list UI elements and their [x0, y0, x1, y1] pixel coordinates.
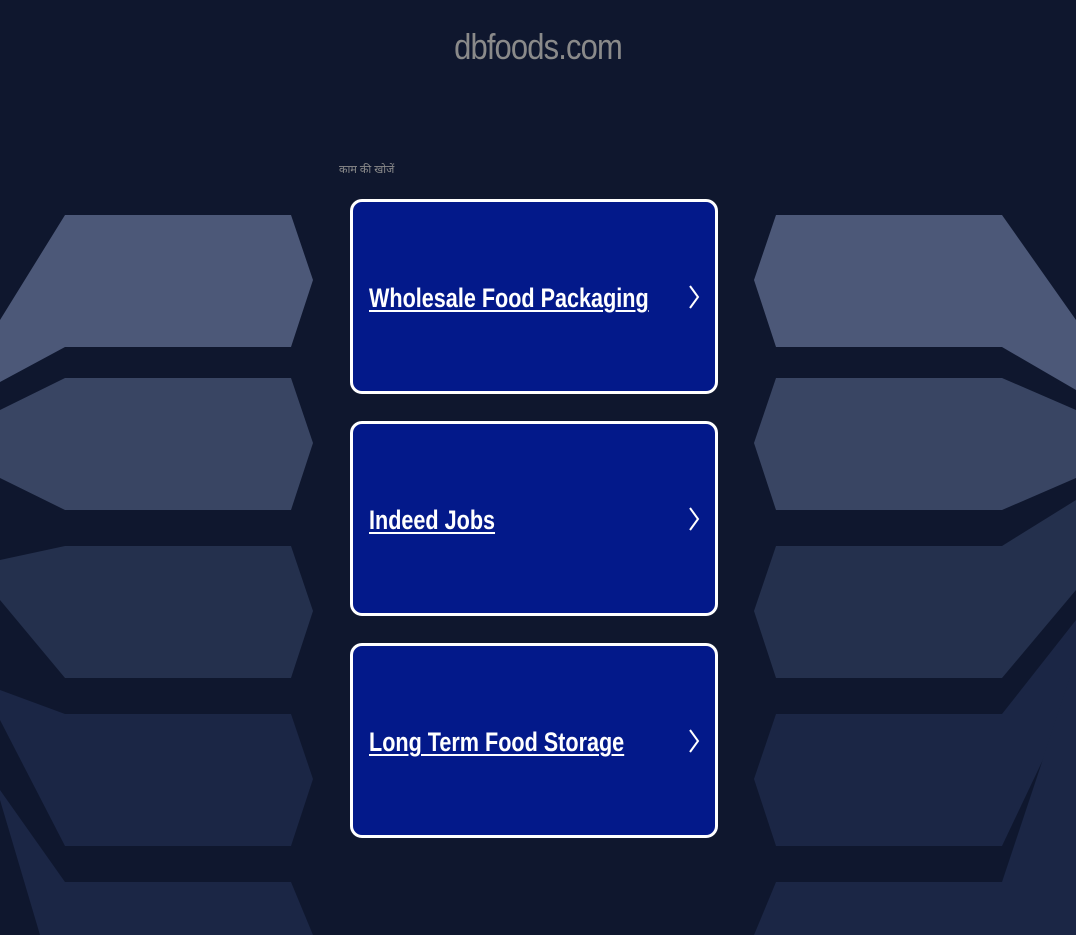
bg-shape-right-3 [754, 500, 1076, 678]
search-link-card-long-term-food-storage[interactable]: Long Term Food Storage [350, 643, 718, 838]
page: dbfoods.com काम की खोजें Wholesale Food … [0, 0, 1076, 935]
search-link-label[interactable]: Indeed Jobs [369, 502, 495, 538]
chevron-right-icon [689, 285, 700, 309]
search-link-label[interactable]: Wholesale Food Packaging [369, 280, 649, 316]
site-domain-title: dbfoods.com [454, 26, 623, 67]
chevron-right-icon [689, 507, 700, 531]
bg-shape-left-3 [0, 546, 313, 678]
search-link-card-wholesale-food-packaging[interactable]: Wholesale Food Packaging [350, 199, 718, 394]
related-searches-caption: काम की खोजें [339, 164, 395, 176]
bg-shape-right-2 [754, 378, 1076, 510]
bg-shape-left-2 [0, 378, 313, 510]
search-link-card-indeed-jobs[interactable]: Indeed Jobs [350, 421, 718, 616]
search-link-label[interactable]: Long Term Food Storage [369, 724, 624, 760]
bg-shape-left-4 [0, 690, 313, 846]
bg-shape-right-1 [754, 215, 1076, 390]
bg-shape-left-1 [0, 215, 313, 382]
chevron-right-icon [689, 729, 700, 753]
